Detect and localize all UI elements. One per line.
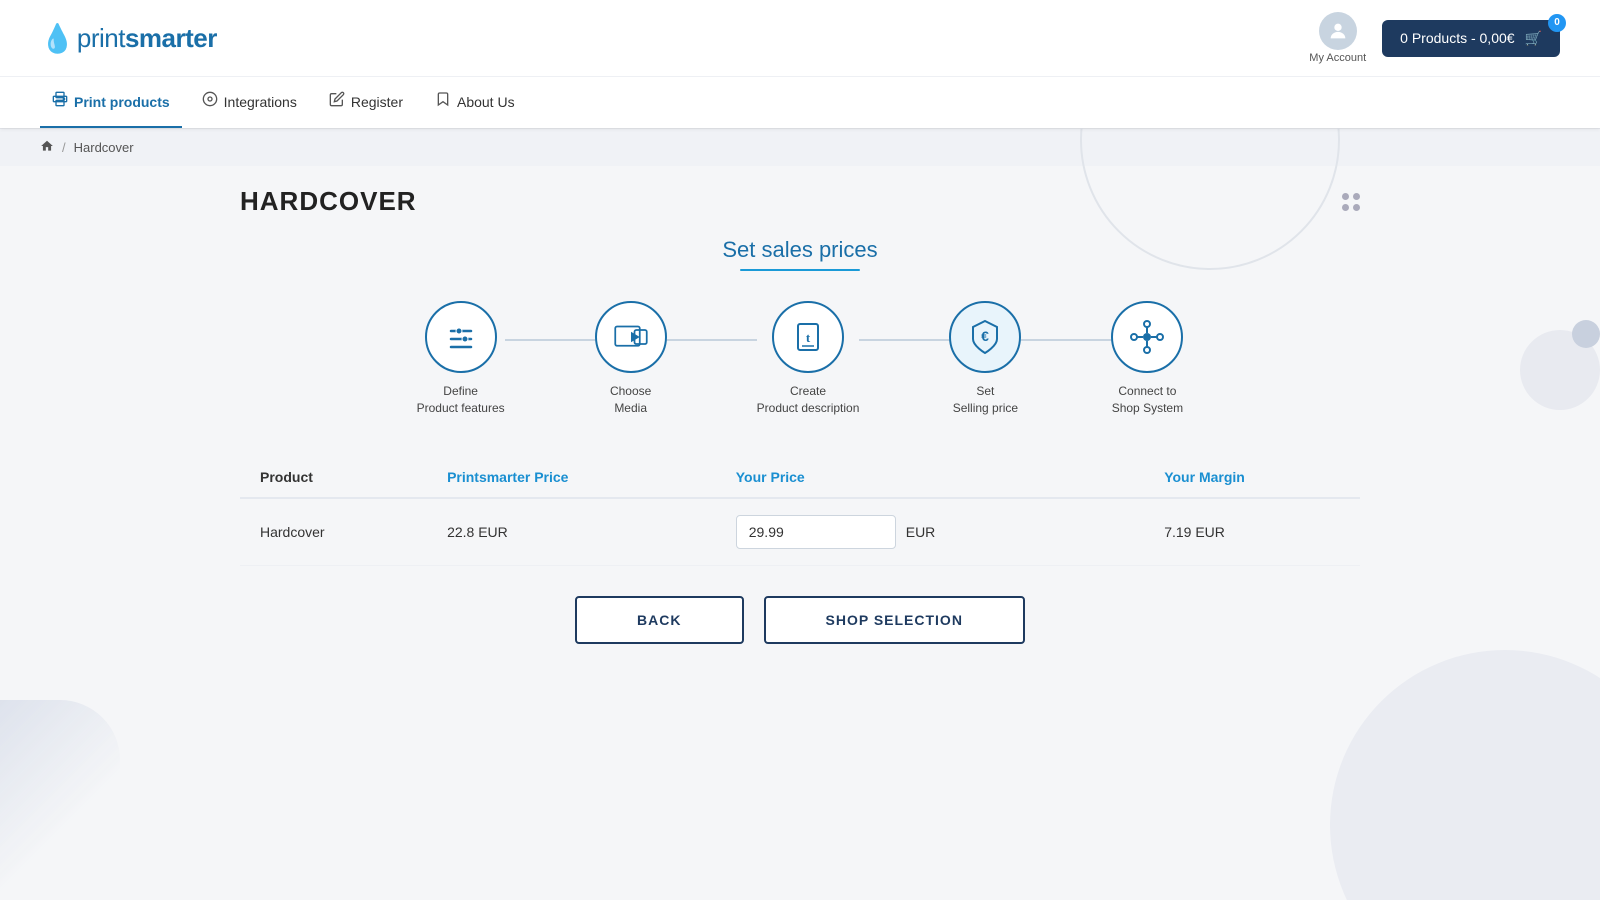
step-circle-connect	[1111, 301, 1183, 373]
grid-dot-2	[1353, 193, 1360, 200]
product-name: Hardcover	[240, 498, 427, 566]
back-button[interactable]: BACK	[575, 596, 743, 644]
connector-1	[505, 339, 595, 341]
grid-dot-1	[1342, 193, 1349, 200]
cart-icon: 🛒	[1525, 30, 1542, 47]
header-right: My Account 0 Products - 0,00€ 🛒 0	[1309, 12, 1560, 64]
your-price-input[interactable]	[736, 515, 896, 549]
step-label-create: Create Product description	[757, 383, 860, 417]
cart-button[interactable]: 0 Products - 0,00€ 🛒 0	[1382, 20, 1560, 57]
integrations-icon	[202, 91, 218, 112]
breadcrumb-separator: /	[62, 140, 66, 155]
nav-register[interactable]: Register	[317, 77, 415, 128]
about-icon	[435, 91, 451, 112]
nav-about-us[interactable]: About Us	[423, 77, 527, 128]
main-nav: Print products Integrations Register	[0, 76, 1600, 128]
step-circle-choose	[595, 301, 667, 373]
col-your-price: Your Price	[716, 457, 1144, 498]
step-choose-media[interactable]: Choose Media	[595, 301, 667, 417]
step-label-choose: Choose Media	[610, 383, 651, 417]
step-define[interactable]: Define Product features	[417, 301, 505, 417]
cart-badge: 0	[1548, 14, 1566, 32]
step-label-connect: Connect to Shop System	[1112, 383, 1183, 417]
nav-print-products[interactable]: Print products	[40, 77, 182, 128]
step-set-price[interactable]: € Set Selling price	[949, 301, 1021, 417]
account-icon	[1319, 12, 1357, 50]
grid-icon[interactable]	[1342, 193, 1360, 211]
nav-integrations-label: Integrations	[224, 94, 297, 110]
my-account-button[interactable]: My Account	[1309, 12, 1366, 64]
connector-3	[859, 339, 949, 341]
page-title: HARDCOVER	[240, 186, 417, 217]
logo[interactable]: 💧 printsmarter	[40, 22, 217, 55]
svg-text:t: t	[806, 330, 811, 345]
step-label-set: Set Selling price	[953, 383, 1018, 417]
breadcrumb: / Hardcover	[0, 128, 1600, 166]
grid-dot-3	[1342, 204, 1349, 211]
logo-icon: 💧	[40, 22, 75, 55]
step-create-description[interactable]: t Create Product description	[757, 301, 860, 417]
breadcrumb-current: Hardcover	[74, 140, 134, 155]
svg-text:€: €	[981, 328, 989, 344]
stepper: Define Product features Choose Media	[240, 301, 1360, 417]
printsmarter-price: 22.8 EUR	[427, 498, 716, 566]
header: 💧 printsmarter My Account 0 Products - 0…	[0, 0, 1600, 128]
connector-4	[1021, 339, 1111, 341]
section-underline	[740, 269, 860, 271]
pricing-table: Product Printsmarter Price Your Price Yo…	[240, 457, 1360, 566]
currency-eur: EUR	[906, 524, 936, 540]
step-connect-shop[interactable]: Connect to Shop System	[1111, 301, 1183, 417]
col-product: Product	[240, 457, 427, 498]
table-row: Hardcover 22.8 EUR EUR 7.19 EUR	[240, 498, 1360, 566]
account-label: My Account	[1309, 52, 1366, 64]
page-header: HARDCOVER	[240, 186, 1360, 217]
nav-about-us-label: About Us	[457, 94, 515, 110]
floating-indicator	[1572, 320, 1600, 348]
step-circle-set: €	[949, 301, 1021, 373]
section-title: Set sales prices	[240, 237, 1360, 263]
logo-text: printsmarter	[77, 23, 217, 54]
nav-register-label: Register	[351, 94, 403, 110]
col-printsmarter-price: Printsmarter Price	[427, 457, 716, 498]
step-circle-define	[425, 301, 497, 373]
print-icon	[52, 91, 68, 112]
main-content: HARDCOVER Set sales prices Defi	[200, 166, 1400, 684]
cart-label: 0 Products - 0,00€	[1400, 30, 1514, 46]
step-circle-create: t	[772, 301, 844, 373]
register-icon	[329, 91, 345, 112]
col-your-margin: Your Margin	[1144, 457, 1360, 498]
action-buttons: BACK SHOP SELECTION	[240, 596, 1360, 644]
breadcrumb-home-icon[interactable]	[40, 139, 54, 156]
shop-selection-button[interactable]: SHOP SELECTION	[764, 596, 1025, 644]
nav-integrations[interactable]: Integrations	[190, 77, 309, 128]
your-margin: 7.19 EUR	[1144, 498, 1360, 566]
nav-print-products-label: Print products	[74, 94, 170, 110]
connector-2	[667, 339, 757, 341]
grid-dot-4	[1353, 204, 1360, 211]
your-price-cell: EUR	[716, 498, 1144, 566]
step-label-define: Define Product features	[417, 383, 505, 417]
